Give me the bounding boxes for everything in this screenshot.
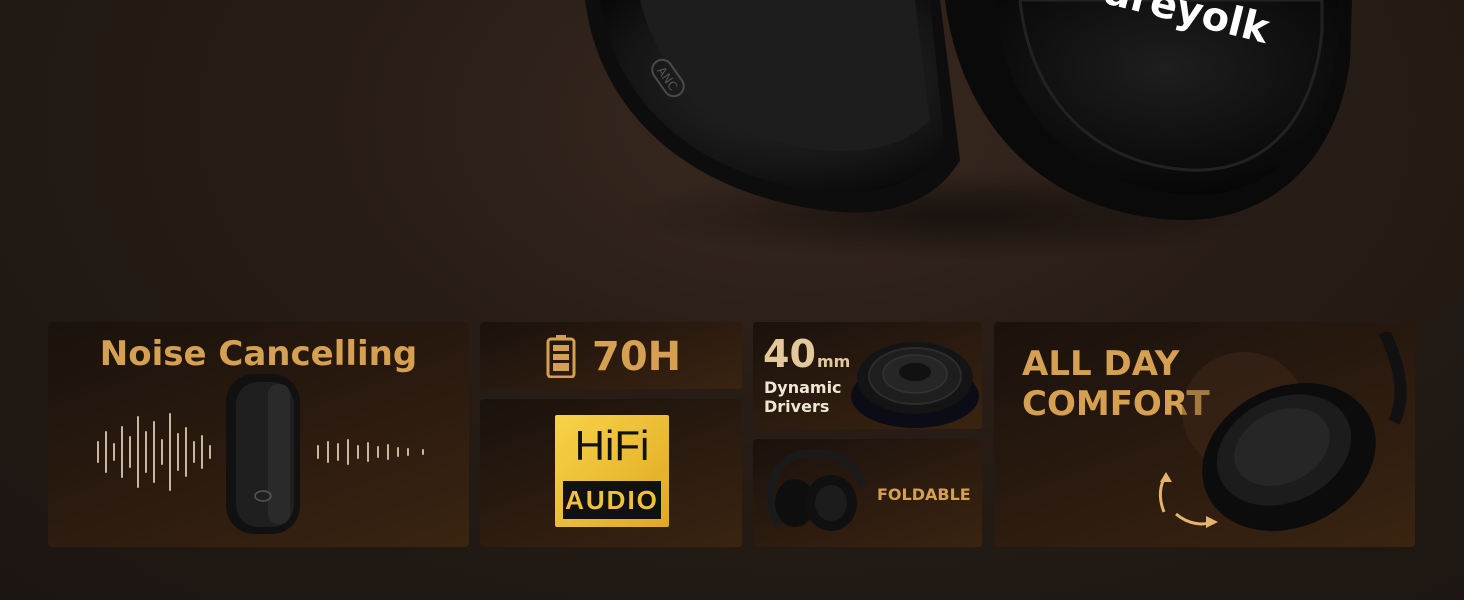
feature-card-foldable: FOLDABLE [753,439,982,547]
rotate-arrows-icon [1158,472,1218,528]
driver-speaker-image [851,342,979,428]
earcup-side-image [226,374,300,534]
feature-card-hifi: HiFi AUDIO [480,399,742,547]
folded-headphones-image [765,448,867,531]
driver-size-unit: mm [817,352,851,371]
driver-line2: Drivers [764,397,830,416]
audio-label: AUDIO [563,481,661,519]
battery-hours-label: 70H [592,334,682,380]
hero-headphones-image: ANC areyolk [585,0,1352,260]
hifi-audio-badge: HiFi AUDIO [555,415,669,527]
driver-line1: Dynamic [764,378,842,397]
feature-card-drivers: 40 mm Dynamic Drivers [753,322,982,429]
noise-cancelling-title: Noise Cancelling [99,334,418,374]
feature-card-comfort: ALL DAY COMFORT [994,322,1415,547]
foldable-label: FOLDABLE [877,485,971,504]
driver-description: Dynamic Drivers [764,378,842,416]
feature-card-noise-cancelling: Noise Cancelling [48,322,469,547]
battery-icon [546,335,576,378]
feature-card-battery: 70H [480,322,742,389]
driver-size-number: 40 [763,332,816,376]
hifi-label: HiFi [574,422,650,469]
